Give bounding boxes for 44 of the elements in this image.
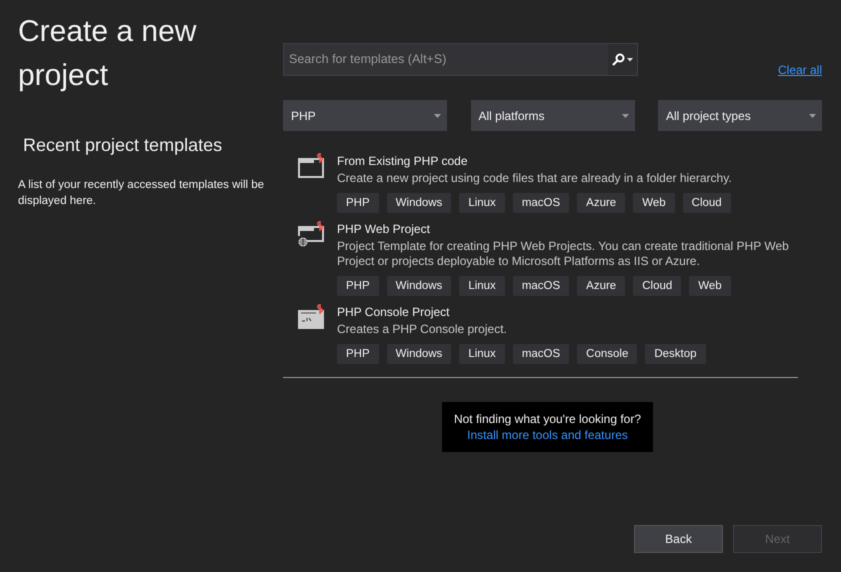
console-icon	[298, 304, 325, 330]
template-tag: Desktop	[645, 344, 706, 364]
template-tag: Linux	[459, 344, 505, 364]
template-tag: Azure	[577, 276, 626, 296]
web-window-icon	[298, 221, 325, 247]
template-item[interactable]: PHP Console Project Creates a PHP Console project. PHP Windows Linux macOS Console Desktop	[283, 304, 822, 364]
recent-templates-message: A list of your recently accessed templates will be displayed here.	[18, 178, 265, 209]
template-tag: Web	[633, 193, 675, 213]
template-tag: macOS	[512, 344, 570, 364]
template-tag: macOS	[512, 193, 570, 213]
template-name: From Existing PHP code	[337, 153, 468, 169]
page-title: Create a new project	[18, 14, 198, 94]
clear-all-link[interactable]: Clear all	[778, 61, 822, 79]
template-tag: Console	[577, 344, 638, 364]
template-name: PHP Web Project	[337, 221, 431, 237]
template-tag: PHP	[337, 344, 379, 364]
recent-templates-heading: Recent project templates	[23, 134, 224, 157]
filter-dropdown[interactable]: All platforms	[470, 100, 634, 131]
not-finding-message: Not finding what you're looking for?	[454, 411, 642, 427]
filter-dropdown[interactable]: All project types	[658, 100, 822, 131]
dropdown-caret-icon	[622, 114, 628, 118]
template-tag: Web	[689, 276, 731, 296]
template-tag: PHP	[337, 276, 379, 296]
template-tag: Linux	[459, 276, 505, 296]
template-tag: Windows	[386, 344, 452, 364]
template-tag: macOS	[512, 276, 570, 296]
install-tools-link[interactable]: Install more tools and features	[467, 428, 628, 442]
template-tag: Cloud	[633, 276, 682, 296]
template-tag: PHP	[337, 193, 379, 213]
template-tag: Windows	[386, 193, 452, 213]
dropdown-caret-icon	[809, 114, 816, 118]
template-description: Create a new project using code files that are already in a folder hierarchy.	[337, 171, 732, 186]
template-tag: Windows	[386, 276, 452, 296]
template-description: Creates a PHP Console project.	[337, 322, 508, 337]
template-tag: Cloud	[682, 193, 731, 213]
window-icon	[298, 153, 325, 179]
dropdown-caret-icon	[434, 114, 441, 118]
template-tag: Linux	[459, 193, 505, 213]
template-description: Project Template for creating PHP Web Projects. You can create traditional PHP Web Project or projects deployable to Microsoft Platforms as IIS or Azure.	[337, 239, 790, 269]
back-button[interactable]: Back	[634, 525, 723, 553]
filter-dropdown[interactable]: PHP	[283, 100, 447, 131]
template-tag: Azure	[577, 193, 626, 213]
template-name: PHP Console Project	[337, 304, 450, 320]
template-item[interactable]: From Existing PHP code Create a new project using code files that are already in a folder hierarchy. PHP Windows Linux macOS Azure Web Cloud	[283, 153, 822, 213]
